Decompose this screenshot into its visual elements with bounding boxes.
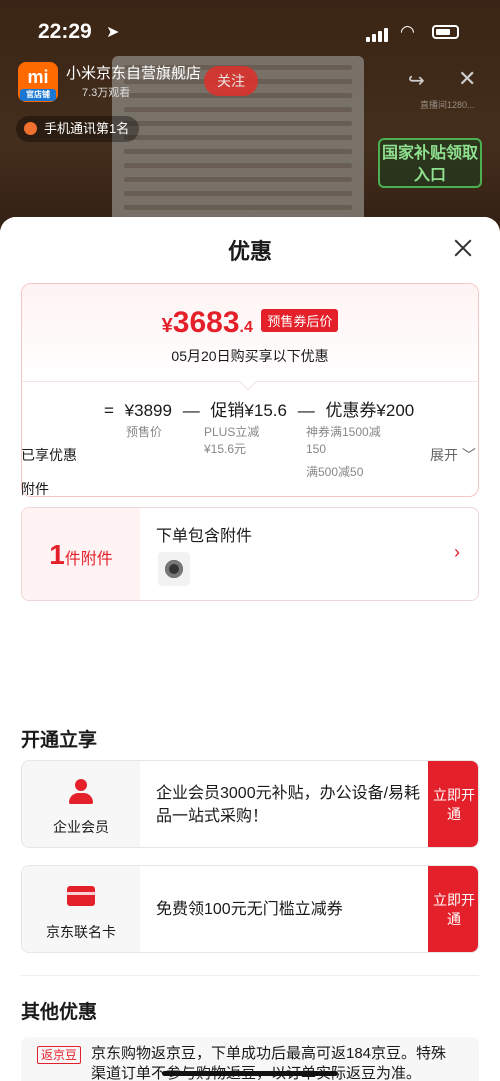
coupon-amount: 优惠券¥200 [325,401,415,420]
jd-cobrand-card[interactable]: 京东联名卡 免费领100元无门槛立减券 立即开通 [21,865,479,953]
person-icon [68,779,94,805]
base-price-desc: 预售价 [126,425,163,439]
enterprise-open-button[interactable]: 立即开通 [428,761,478,847]
shop-name: 小米京东自营旗舰店 [66,65,202,82]
sheet-title: 优惠 [227,239,272,264]
shop-logo-badge: 官店铺 [20,89,56,101]
price-decimal: .4 [239,319,253,336]
final-price-block: ¥3683.4 预售券后价 05月20日购买享以下优惠 [22,284,478,391]
credit-card-icon [67,886,95,906]
price-badge: 预售券后价 [261,309,339,332]
subsidy-banner[interactable]: 国家补贴领取入口 [378,138,482,188]
jd-cobrand-text: 免费领100元无门槛立减券 [156,901,343,918]
enterprise-member-label: 企业会员 [53,819,109,835]
enterprise-member-text: 企业会员3000元补贴，办公设备/易耗品一站式采购！ [156,785,421,825]
wifi-icon: ◠ [400,22,415,41]
accessory-section-label: 附件 [21,481,49,497]
follow-button[interactable]: 关注 [204,66,258,96]
enjoyed-discount-label: 已享优惠 [21,447,77,463]
home-indicator[interactable] [162,1071,338,1076]
other-discounts-title: 其他优惠 [21,1002,98,1023]
status-time: 22:29 [38,20,92,43]
promo-desc: PLUS立减 ¥15.6元 [204,425,260,456]
cobrand-open-button[interactable]: 立即开通 [428,866,478,952]
location-arrow-icon: ➤ [106,24,120,41]
washing-machine-thumbnail [158,552,190,586]
accessory-title: 下单包含附件 [156,528,253,545]
cellular-signal-icon [366,26,392,42]
accessory-card[interactable]: 1件附件 下单包含附件 › [21,507,479,601]
shop-logo: mi 官店铺 [18,62,58,102]
open-benefits-title: 开通立享 [21,730,98,751]
close-sheet-icon[interactable] [448,233,478,263]
viewer-count: 7.3万观看 [82,87,131,99]
accessory-count: 1件附件 [22,508,140,600]
chevron-right-icon: › [454,542,460,562]
price-breakdown-card: ¥3683.4 预售券后价 05月20日购买享以下优惠 = ¥3899 — 促销… [21,283,479,497]
room-id: 直播间1280... [420,100,475,110]
battery-icon [432,25,459,39]
promo-amount: 促销¥15.6 [210,401,287,420]
expand-toggle[interactable]: 展开 ﹀ [430,445,476,465]
return-bean-badge: 返京豆 [37,1046,82,1064]
final-price: ¥3683.4 预售券后价 [22,306,478,340]
discount-sheet: 优惠 ¥3683.4 预售券后价 05月20日购买享以下优惠 = ¥3899 —… [0,217,500,1081]
sheet-header: 优惠 [0,217,500,279]
ranking-tag[interactable]: 手机通讯第1名 [16,116,140,142]
jd-cobrand-label: 京东联名卡 [46,924,116,940]
base-price: ¥3899 [124,401,172,420]
status-bar: 22:29 ➤ ◠ [0,16,500,50]
price-formula: = ¥3899 — 促销¥15.6 — 优惠券¥200 [104,401,415,420]
enterprise-member-card[interactable]: 企业会员 企业会员3000元补贴，办公设备/易耗品一站式采购！ 立即开通 [21,760,479,848]
coupon-desc: 神券满1500减 150 满500减50 [306,425,381,479]
price-integer: 3683 [172,306,240,339]
close-icon[interactable]: ✕ [458,66,476,92]
share-icon[interactable]: ↪ [408,68,425,93]
price-subtitle: 05月20日购买享以下优惠 [171,348,329,364]
